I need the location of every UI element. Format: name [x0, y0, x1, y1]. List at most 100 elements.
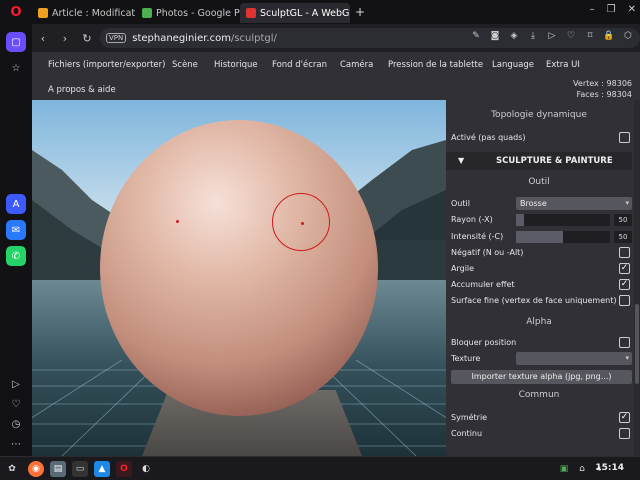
import-alpha-button[interactable]: Importer texture alpha (jpg, png...): [451, 370, 632, 384]
url-field[interactable]: VPN stephaneginier.com/sculptgl/ ✎ ◙ ◈ ⤓…: [100, 28, 640, 48]
intensite-label: Intensité (-C): [451, 232, 504, 241]
outil-select[interactable]: Brosse ▾: [516, 197, 632, 210]
heart-icon[interactable]: ♡: [6, 394, 26, 414]
workspace-icon[interactable]: ▢: [6, 32, 26, 52]
brush-center-dot: [301, 222, 304, 225]
camera-icon[interactable]: ◙: [489, 31, 501, 41]
lock-icon[interactable]: 🔒: [603, 31, 615, 41]
argile-row[interactable]: Argile ✓: [446, 261, 632, 277]
intensite-number[interactable]: 50: [614, 231, 632, 243]
restore-icon[interactable]: ❐: [607, 4, 616, 15]
menu-fond-ecran[interactable]: Fond d'écran: [272, 60, 327, 70]
alpha-title: Alpha: [526, 317, 552, 327]
opera-logo-icon[interactable]: O: [0, 0, 32, 24]
argile-checkbox[interactable]: ✓: [619, 263, 630, 274]
network-icon[interactable]: ⌂: [574, 461, 590, 477]
menu-scene[interactable]: Scène: [172, 60, 198, 70]
whatsapp-icon[interactable]: ✆: [6, 246, 26, 266]
url-actions: ✎ ◙ ◈ ⤓ ▷ ♡ ⌑ 🔒 ⬡: [470, 31, 634, 41]
surface-checkbox[interactable]: [619, 295, 630, 306]
terminal-icon[interactable]: ▭: [72, 461, 88, 477]
sculptgl-favicon-icon: [246, 8, 256, 18]
opera-taskbar-icon[interactable]: O: [116, 461, 132, 477]
extensions-icon[interactable]: ⬡: [622, 31, 634, 41]
gnome-foot-icon[interactable]: ✿: [4, 461, 20, 477]
sculpt-header-label: SCULPTURE & PAINTURE: [496, 156, 613, 166]
menu-language[interactable]: Language: [492, 60, 534, 70]
reload-icon[interactable]: ↻: [76, 32, 98, 45]
notification-icon[interactable]: ▣: [556, 461, 572, 477]
menu-camera[interactable]: Caméra: [340, 60, 373, 70]
texture-select[interactable]: ▾: [516, 352, 632, 365]
download-icon[interactable]: ⤓: [527, 31, 539, 41]
topology-active-checkbox[interactable]: [619, 132, 630, 143]
player-icon[interactable]: ▷: [6, 374, 26, 394]
clock[interactable]: 15:14: [595, 463, 624, 473]
intensite-slider-fill: [516, 231, 563, 243]
aria-icon[interactable]: A: [6, 194, 26, 214]
intensite-slider[interactable]: [516, 231, 610, 243]
menu-apropos[interactable]: A propos & aide: [48, 85, 116, 95]
vpn-badge[interactable]: VPN: [106, 33, 127, 43]
texture-label: Texture: [451, 354, 481, 363]
argile-label: Argile: [451, 264, 475, 273]
edit-icon[interactable]: ✎: [470, 31, 482, 41]
accumuler-row[interactable]: Accumuler effet ✓: [446, 277, 632, 293]
history-icon[interactable]: ◷: [6, 414, 26, 434]
file-manager-icon[interactable]: ▤: [50, 461, 66, 477]
collapse-arrow-icon[interactable]: ▼: [458, 156, 464, 165]
messenger-icon[interactable]: ✉: [6, 220, 26, 240]
browser-sidebar: ▢ ☆ A ✉ ✆ ▷ ♡ ◷ ⋯: [0, 24, 32, 456]
accumuler-checkbox[interactable]: ✓: [619, 279, 630, 290]
url-text: stephaneginier.com/sculptgl/: [132, 33, 277, 44]
firefox-icon[interactable]: ◉: [28, 461, 44, 477]
sculpt-section-header[interactable]: ▼ SCULPTURE & PAINTURE: [446, 152, 632, 170]
tab-sculptgl[interactable]: SculptGL - A WebGL ✕: [240, 3, 350, 23]
face-count: Faces : 98304: [576, 90, 633, 99]
star-icon[interactable]: ☆: [6, 58, 26, 78]
rayon-slider-fill: [516, 214, 524, 226]
negatif-checkbox[interactable]: [619, 247, 630, 258]
menu-pression[interactable]: Pression de la tablette: [388, 60, 483, 70]
texture-row: Texture ▾: [446, 351, 632, 367]
continu-checkbox[interactable]: [619, 428, 630, 439]
rayon-row: Rayon (-X) 50: [446, 212, 632, 228]
sculpt-viewport[interactable]: [32, 100, 446, 456]
photos-app-icon[interactable]: ▲: [94, 461, 110, 477]
negatif-row[interactable]: Négatif (N ou -Alt): [446, 245, 632, 261]
back-icon[interactable]: ‹: [32, 32, 54, 45]
rayon-slider[interactable]: [516, 214, 610, 226]
play-icon[interactable]: ▷: [546, 31, 558, 41]
chevron-down-icon: ▾: [625, 199, 629, 207]
bloquer-checkbox[interactable]: [619, 337, 630, 348]
symetrie-label: Symétrie: [451, 413, 488, 422]
topology-title: Topologie dynamique: [491, 110, 587, 120]
chevron-down-icon: ▾: [625, 354, 629, 362]
heart-icon[interactable]: ♡: [565, 31, 577, 41]
continu-row[interactable]: Continu: [446, 426, 632, 442]
forward-icon[interactable]: ›: [54, 32, 76, 45]
menu-extra-ui[interactable]: Extra UI: [546, 60, 580, 70]
panel-scrollbar[interactable]: [634, 100, 640, 456]
bloquer-row[interactable]: Bloquer position: [446, 335, 632, 351]
scrollbar-thumb[interactable]: [635, 304, 639, 384]
tab-photos[interactable]: Photos - Google Pho: [136, 3, 240, 23]
app-icon[interactable]: ◐: [138, 461, 154, 477]
new-tab-button[interactable]: +: [352, 5, 368, 19]
minimize-icon[interactable]: –: [590, 4, 595, 15]
sculpt-sphere[interactable]: [100, 120, 378, 416]
taskbar: ✿ ◉ ▤ ▭ ▲ O ◐ ▣ ⌂ ◂ 15:14: [0, 456, 640, 480]
rayon-number[interactable]: 50: [614, 214, 632, 226]
bookmark-icon[interactable]: ⌑: [584, 31, 596, 41]
more-icon[interactable]: ⋯: [6, 434, 26, 454]
symetrie-row[interactable]: Symétrie ✓: [446, 410, 632, 426]
symetrie-checkbox[interactable]: ✓: [619, 412, 630, 423]
tab-article[interactable]: Article : Modification: [32, 3, 136, 23]
topology-active-row[interactable]: Activé (pas quads): [446, 130, 632, 146]
menu-historique[interactable]: Historique: [214, 60, 258, 70]
menu-fichiers[interactable]: Fichiers (importer/exporter): [48, 60, 165, 70]
close-icon[interactable]: ✕: [628, 4, 636, 15]
photos-favicon-icon: [142, 8, 152, 18]
cube-icon[interactable]: ◈: [508, 31, 520, 41]
surface-row[interactable]: Surface fine (vertex de face uniquement): [446, 293, 632, 309]
